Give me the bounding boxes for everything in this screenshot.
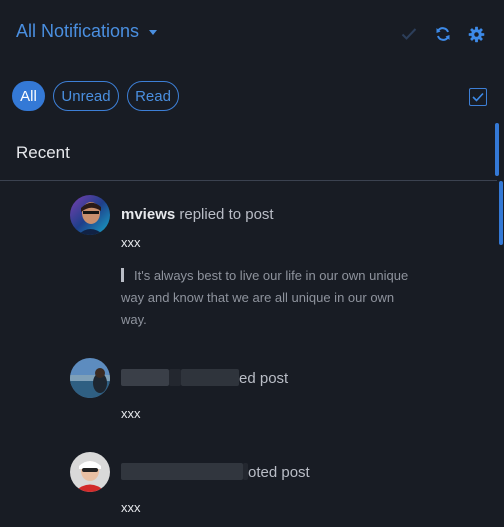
avatar: [70, 452, 110, 492]
redacted-username: [121, 369, 169, 386]
divider: [0, 180, 497, 181]
avatar: [70, 358, 110, 398]
notification-item[interactable]: ed post xxx: [70, 358, 470, 428]
notification-action: ed post: [239, 370, 289, 387]
notification-quote-text: It's always best to live our life in our…: [121, 268, 409, 327]
notifications-filter-dropdown[interactable]: All Notifications: [16, 21, 158, 42]
notification-headline: ed post: [121, 369, 288, 387]
filter-tabs: All Unread Read: [12, 81, 179, 111]
notification-body: xxx: [121, 500, 141, 515]
checkmark-icon: [472, 92, 484, 102]
chevron-down-icon: [149, 30, 158, 35]
gear-icon[interactable]: [467, 25, 485, 43]
notification-body: xxx: [121, 406, 141, 421]
notification-username[interactable]: mviews: [121, 206, 175, 223]
redacted-username: [169, 369, 181, 386]
redacted-action: [181, 369, 239, 386]
avatar: [70, 195, 110, 235]
notification-quote: It's always best to live our life in our…: [121, 265, 421, 331]
quote-bar: [121, 268, 124, 282]
refresh-icon[interactable]: [434, 25, 452, 43]
select-all-checkbox[interactable]: [469, 88, 487, 106]
notification-body: xxx: [121, 235, 141, 250]
filter-all-button[interactable]: All: [12, 81, 45, 111]
notification-item[interactable]: oted post xxx: [70, 452, 470, 522]
notification-action: replied to post: [175, 206, 274, 223]
redacted-username: [121, 463, 243, 480]
list-scrollbar-thumb[interactable]: [499, 181, 503, 245]
filter-unread-button[interactable]: Unread: [53, 81, 119, 111]
notification-action: oted post: [248, 464, 310, 481]
header: All Notifications: [0, 0, 504, 66]
notifications-panel: All Notifications All Unread Read Recent…: [0, 0, 504, 527]
notification-headline: mviews replied to post: [121, 206, 274, 223]
page-title: All Notifications: [16, 21, 140, 41]
scrollbar-thumb[interactable]: [495, 123, 499, 176]
section-title: Recent: [16, 143, 70, 162]
notification-headline: oted post: [121, 463, 310, 481]
filter-read-button[interactable]: Read: [127, 81, 179, 111]
notification-item[interactable]: mviews replied to post xxx It's always b…: [70, 195, 470, 335]
check-icon[interactable]: [400, 25, 418, 43]
